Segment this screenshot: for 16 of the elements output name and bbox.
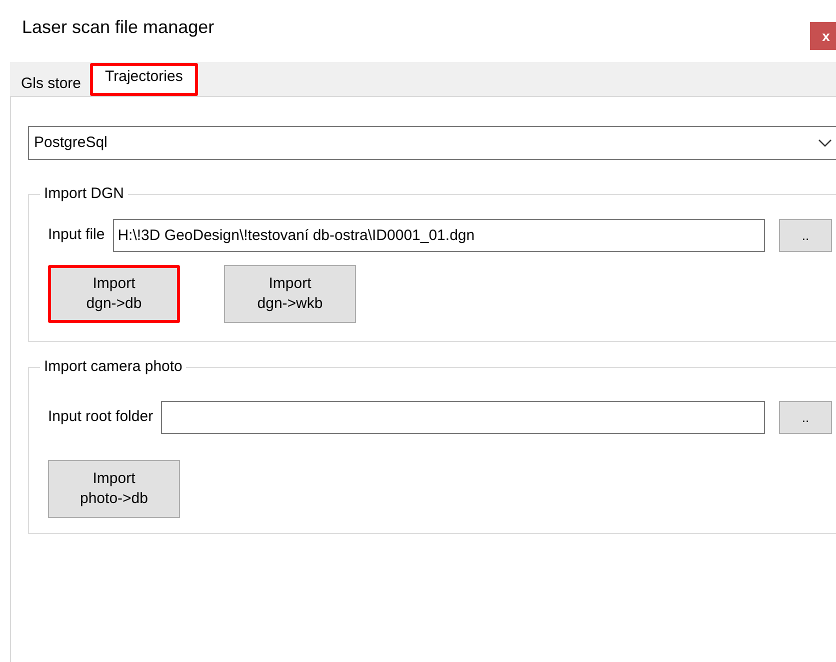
field-label: Input file — [48, 225, 105, 246]
browse-button[interactable]: .. — [779, 219, 832, 252]
input-field[interactable] — [161, 401, 765, 434]
tab[interactable]: Trajectories — [90, 63, 198, 96]
window-title: Laser scan file manager — [22, 16, 214, 39]
import-button[interactable]: Import dgn->db — [48, 265, 180, 323]
tab[interactable]: Gls store — [14, 68, 88, 96]
input-field[interactable]: H:\!3D GeoDesign\!testovaní db-ostra\ID0001_01.dgn — [112, 219, 765, 252]
group-title: Import camera photo — [40, 357, 186, 377]
database-dropdown[interactable]: PostgreSql — [28, 126, 836, 160]
chevron-down-icon — [818, 139, 832, 147]
close-button[interactable]: x — [810, 22, 836, 50]
field-label: Input root folder — [48, 407, 154, 428]
import-button[interactable]: Import photo->db — [48, 460, 180, 518]
import-button[interactable]: Import dgn->wkb — [224, 265, 356, 323]
browse-button[interactable]: .. — [779, 401, 832, 434]
